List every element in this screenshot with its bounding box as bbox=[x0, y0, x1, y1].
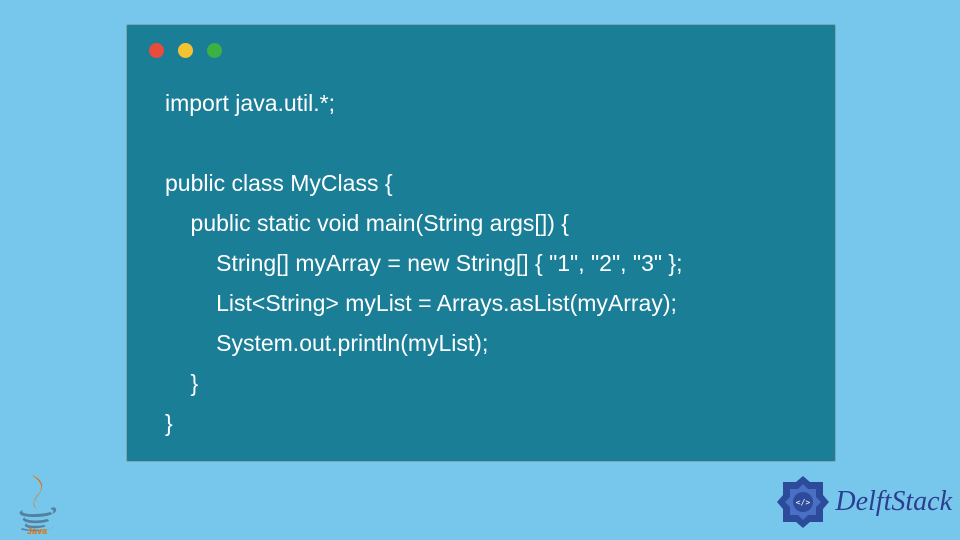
java-logo-icon: Java bbox=[14, 470, 60, 534]
delftstack-brand: </> DelftStack bbox=[775, 474, 952, 530]
code-block: import java.util.*; public class MyClass… bbox=[165, 83, 805, 443]
minimize-icon bbox=[178, 43, 193, 58]
svg-text:</>: </> bbox=[796, 498, 811, 507]
code-window: import java.util.*; public class MyClass… bbox=[126, 24, 836, 462]
close-icon bbox=[149, 43, 164, 58]
delftstack-label: DelftStack bbox=[835, 486, 952, 518]
delftstack-logo-icon: </> bbox=[775, 474, 831, 530]
maximize-icon bbox=[207, 43, 222, 58]
java-label: Java bbox=[27, 526, 48, 534]
traffic-lights bbox=[149, 43, 222, 58]
